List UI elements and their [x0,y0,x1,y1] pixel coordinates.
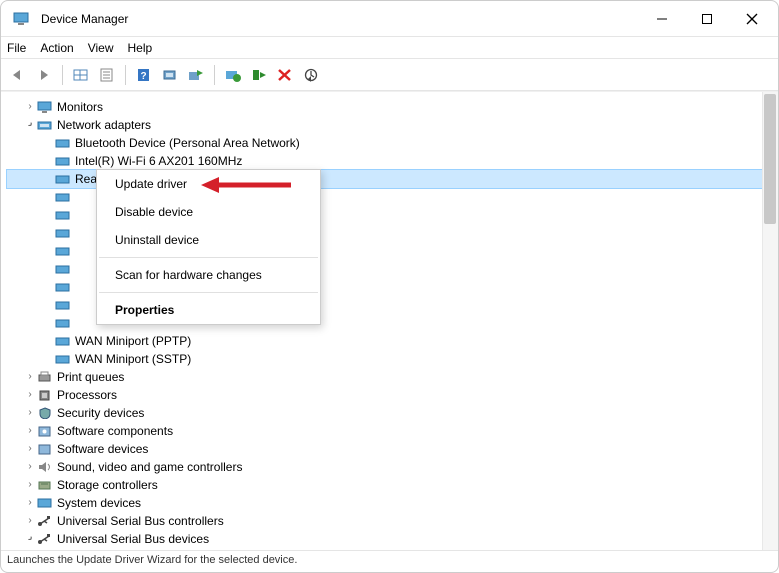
tree-node-wan-sstp[interactable]: · WAN Miniport (SSTP) [7,350,778,368]
enable-button[interactable] [248,64,270,86]
tree-node-sound[interactable]: ›Sound, video and game controllers [7,458,778,476]
tree-node-usb-devices[interactable]: ›Universal Serial Bus devices [7,530,778,548]
add-legacy-button[interactable] [300,64,322,86]
network-adapter-icon [55,244,71,258]
network-adapter-icon [55,190,71,204]
menu-help[interactable]: Help [128,41,153,55]
network-adapter-icon [55,298,71,312]
network-adapter-icon [55,154,71,168]
scan-hardware-button[interactable] [159,64,181,86]
usb-icon [37,514,53,528]
tree-node-monitors[interactable]: › Monitors [7,98,778,116]
ctx-separator [99,257,318,258]
tree-node-security-devices[interactable]: ›Security devices [7,404,778,422]
network-adapter-icon [55,226,71,240]
context-menu: Update driver Disable device Uninstall d… [96,169,321,325]
network-adapter-icon [55,334,71,348]
network-adapter-icon [55,352,71,366]
menubar: File Action View Help [1,37,778,59]
software-component-icon [37,424,53,438]
network-adapter-icon [55,136,71,150]
titlebar: Device Manager [1,1,778,37]
network-adapter-icon [55,262,71,276]
update-driver-button[interactable] [185,64,207,86]
ctx-separator [99,292,318,293]
svg-text:?: ? [140,71,146,82]
tree-node-app-mode[interactable]: ·APP Mode [7,548,778,550]
tree-node-wan-pptp[interactable]: · WAN Miniport (PPTP) [7,332,778,350]
forward-button[interactable] [33,64,55,86]
tree-node-software-components[interactable]: ›Software components [7,422,778,440]
network-adapter-icon [55,208,71,222]
network-adapter-icon [55,280,71,294]
tree-view[interactable]: › Monitors › Network adapters · Bluetoot… [1,91,778,550]
disable-button[interactable] [274,64,296,86]
expand-icon[interactable]: › [23,422,37,440]
vertical-scrollbar[interactable] [762,92,778,550]
back-button[interactable] [7,64,29,86]
ctx-update-driver[interactable]: Update driver [97,170,320,198]
ctx-properties[interactable]: Properties [97,296,320,324]
menu-view[interactable]: View [88,41,114,55]
software-device-icon [37,442,53,456]
ctx-scan-hardware[interactable]: Scan for hardware changes [97,261,320,289]
expand-icon[interactable]: › [23,494,37,512]
ctx-uninstall-device[interactable]: Uninstall device [97,226,320,254]
cpu-icon [37,388,53,402]
tree-node-storage-controllers[interactable]: ›Storage controllers [7,476,778,494]
speaker-icon [37,460,53,474]
tree-node-network-adapters[interactable]: › Network adapters [7,116,778,134]
menu-file[interactable]: File [7,41,26,55]
toolbar: ? [1,59,778,91]
properties-button[interactable] [96,64,118,86]
expand-icon[interactable]: › [23,458,37,476]
network-adapter-icon [55,172,71,186]
show-hidden-button[interactable] [70,64,92,86]
tree-node-print-queues[interactable]: ›Print queues [7,368,778,386]
system-device-icon [37,496,53,510]
statusbar-text: Launches the Update Driver Wizard for th… [7,554,297,566]
expand-icon[interactable]: › [23,476,37,494]
window-title: Device Manager [41,12,639,26]
expand-icon[interactable]: › [23,404,37,422]
statusbar: Launches the Update Driver Wizard for th… [1,550,778,572]
minimize-button[interactable] [639,4,684,34]
close-button[interactable] [729,4,774,34]
security-icon [37,406,53,420]
maximize-button[interactable] [684,4,729,34]
help-button[interactable]: ? [133,64,155,86]
ctx-disable-device[interactable]: Disable device [97,198,320,226]
tree-node-software-devices[interactable]: ›Software devices [7,440,778,458]
scrollbar-thumb[interactable] [764,94,776,224]
expand-icon[interactable]: › [23,386,37,404]
app-icon [13,12,29,26]
network-adapter-icon [55,316,71,330]
tree-node-intel-wifi[interactable]: · Intel(R) Wi-Fi 6 AX201 160MHz [7,152,778,170]
printer-icon [37,370,53,384]
storage-icon [37,478,53,492]
tree-node-processors[interactable]: ›Processors [7,386,778,404]
uninstall-button[interactable] [222,64,244,86]
tree-node-system-devices[interactable]: ›System devices [7,494,778,512]
menu-action[interactable]: Action [40,41,73,55]
expand-icon[interactable]: › [23,440,37,458]
expand-icon[interactable]: › [23,368,37,386]
tree-node-bluetooth-pan[interactable]: · Bluetooth Device (Personal Area Networ… [7,134,778,152]
tree-node-usb-controllers[interactable]: ›Universal Serial Bus controllers [7,512,778,530]
monitor-icon [37,100,53,114]
